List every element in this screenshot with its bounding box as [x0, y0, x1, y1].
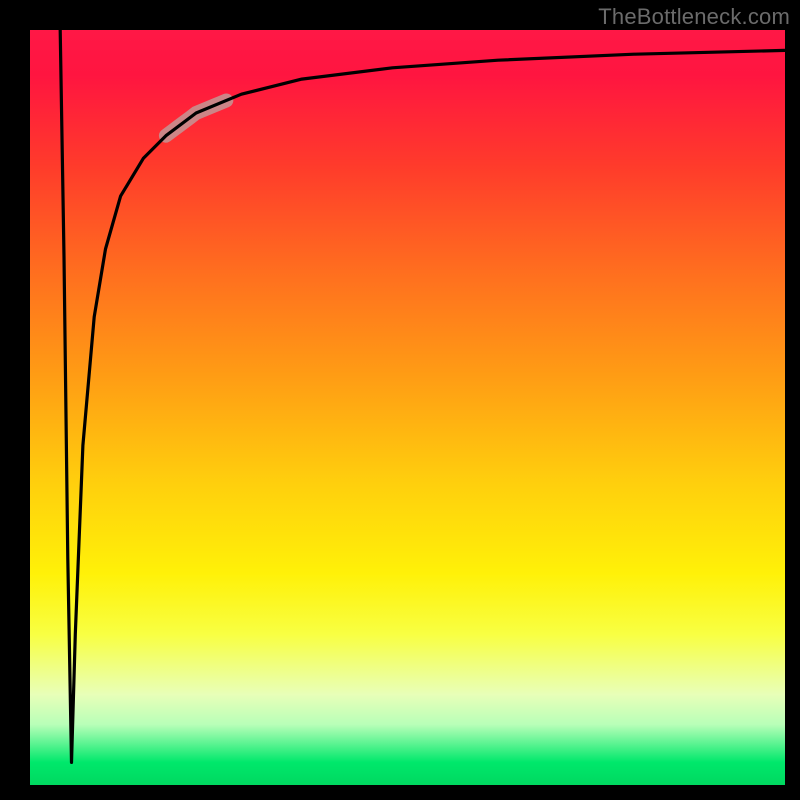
- plot-area: [30, 30, 785, 785]
- curve-svg: [30, 30, 785, 785]
- chart-root: TheBottleneck.com: [0, 0, 800, 800]
- watermark-text: TheBottleneck.com: [598, 4, 790, 30]
